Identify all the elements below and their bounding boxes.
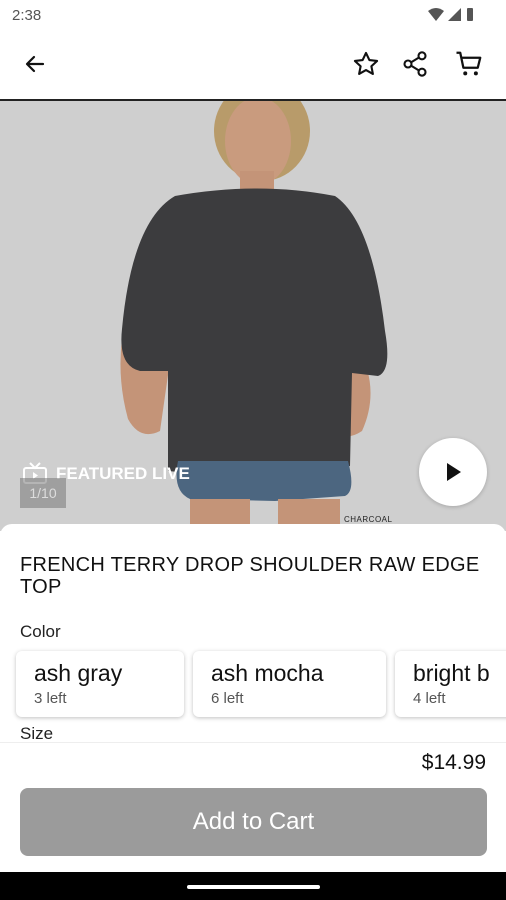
featured-live-label: FEATURED LIVE — [56, 464, 190, 483]
signal-icon — [448, 7, 461, 21]
play-icon — [447, 463, 461, 481]
status-time: 2:38 — [12, 7, 42, 24]
product-title: FRENCH TERRY DROP SHOULDER RAW EDGE TOP — [20, 554, 480, 598]
share-button[interactable] — [399, 48, 431, 80]
wifi-icon — [428, 7, 444, 21]
color-name: ash mocha — [211, 660, 324, 686]
color-stock: 6 left — [211, 690, 244, 707]
color-caption: CHARCOAL — [344, 515, 393, 524]
favorite-button[interactable] — [350, 48, 382, 80]
product-price: $14.99 — [421, 751, 486, 774]
image-counter: 1/10 — [20, 478, 66, 508]
back-button[interactable] — [19, 48, 51, 80]
home-gesture-handle[interactable] — [187, 885, 320, 889]
add-to-cart-button[interactable]: Add to Cart — [20, 788, 487, 856]
color-label: Color — [20, 622, 61, 641]
product-details-sheet: FRENCH TERRY DROP SHOULDER RAW EDGE TOP … — [0, 524, 506, 742]
top-app-bar — [0, 30, 506, 101]
status-icons — [428, 7, 474, 22]
system-nav-bar — [0, 872, 506, 900]
color-name: ash gray — [34, 660, 123, 686]
cart-icon — [456, 51, 482, 76]
battery-icon — [467, 8, 473, 21]
status-bar: 2:38 — [0, 0, 506, 30]
purchase-bar: $14.99 Add to Cart — [0, 742, 506, 873]
color-option-bright[interactable]: bright b 4 left — [395, 651, 506, 717]
color-stock: 4 left — [413, 690, 446, 707]
share-icon — [403, 51, 427, 77]
color-stock: 3 left — [34, 690, 67, 707]
color-option-ash-gray[interactable]: ash gray 3 left — [16, 651, 184, 717]
color-name: bright b — [413, 660, 490, 686]
play-video-button[interactable] — [419, 438, 487, 506]
color-option-ash-mocha[interactable]: ash mocha 6 left — [193, 651, 386, 717]
star-icon — [353, 51, 379, 75]
cart-button[interactable] — [453, 48, 485, 80]
size-label: Size — [20, 724, 54, 742]
back-arrow-icon — [25, 55, 45, 73]
